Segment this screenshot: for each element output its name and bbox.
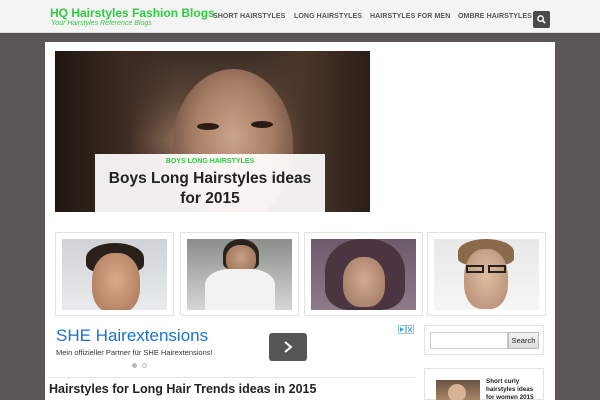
thumbnail-image bbox=[62, 239, 167, 310]
hero-title-line-2: for 2015 bbox=[180, 190, 240, 207]
nav-item-ombre-hairstyles[interactable]: OMBRE HAIRSTYLES bbox=[458, 13, 532, 20]
ad-dot-active[interactable] bbox=[132, 363, 137, 368]
ad-subtitle: Mein offizieller Partner für SHE Hairext… bbox=[56, 348, 213, 357]
hero-title-line-1: Boys Long Hairstyles ideas bbox=[108, 170, 312, 187]
hero-title-link[interactable]: Boys Long Hairstyles ideas for 2015 bbox=[95, 169, 325, 209]
divider bbox=[47, 377, 415, 378]
nav-item-long-hairstyles[interactable]: LONG HAIRSTYLES bbox=[294, 13, 362, 20]
thumbnail-post-3[interactable] bbox=[304, 232, 423, 316]
ad-title[interactable]: SHE Hairextensions bbox=[56, 326, 208, 346]
thumbnail-post-2[interactable] bbox=[180, 232, 299, 316]
site-title[interactable]: HQ Hairstyles Fashion Blogs bbox=[50, 6, 215, 20]
thumbnail-image bbox=[434, 239, 539, 310]
ad-next-button[interactable] bbox=[269, 333, 307, 361]
thumbnail-image bbox=[187, 239, 292, 310]
ad-dot[interactable] bbox=[142, 363, 147, 368]
site-header: HQ Hairstyles Fashion Blogs Your Hairsty… bbox=[0, 0, 600, 33]
sidebar-search-input[interactable] bbox=[430, 332, 508, 349]
site-tagline: Your Hairstyles Reference Blogs bbox=[51, 20, 152, 27]
ad-choices-icon[interactable] bbox=[398, 325, 414, 334]
nav-item-short-hairstyles[interactable]: SHORT HAIRSTYLES bbox=[213, 13, 285, 20]
thumbnail-image bbox=[311, 239, 416, 310]
thumbnail-post-4[interactable] bbox=[427, 232, 546, 316]
search-icon bbox=[537, 15, 546, 24]
sidebar-search-button[interactable]: Search bbox=[508, 332, 539, 349]
nav-item-hairstyles-for-men[interactable]: HAIRSTYLES FOR MEN bbox=[370, 13, 450, 20]
sidebar-post-title[interactable]: Short curly hairstyles ideas for women 2… bbox=[486, 378, 540, 400]
sidebar-post-thumbnail[interactable] bbox=[436, 380, 480, 400]
search-button[interactable] bbox=[533, 11, 550, 28]
chevron-right-icon bbox=[284, 341, 293, 353]
hero-category-link[interactable]: BOYS LONG HAIRSTYLES bbox=[95, 158, 325, 165]
hero-eye-left bbox=[197, 123, 219, 130]
article-title[interactable]: Hairstyles for Long Hair Trends ideas in… bbox=[49, 382, 316, 396]
thumbnail-post-1[interactable] bbox=[55, 232, 174, 316]
hero-eye-right bbox=[251, 121, 273, 128]
